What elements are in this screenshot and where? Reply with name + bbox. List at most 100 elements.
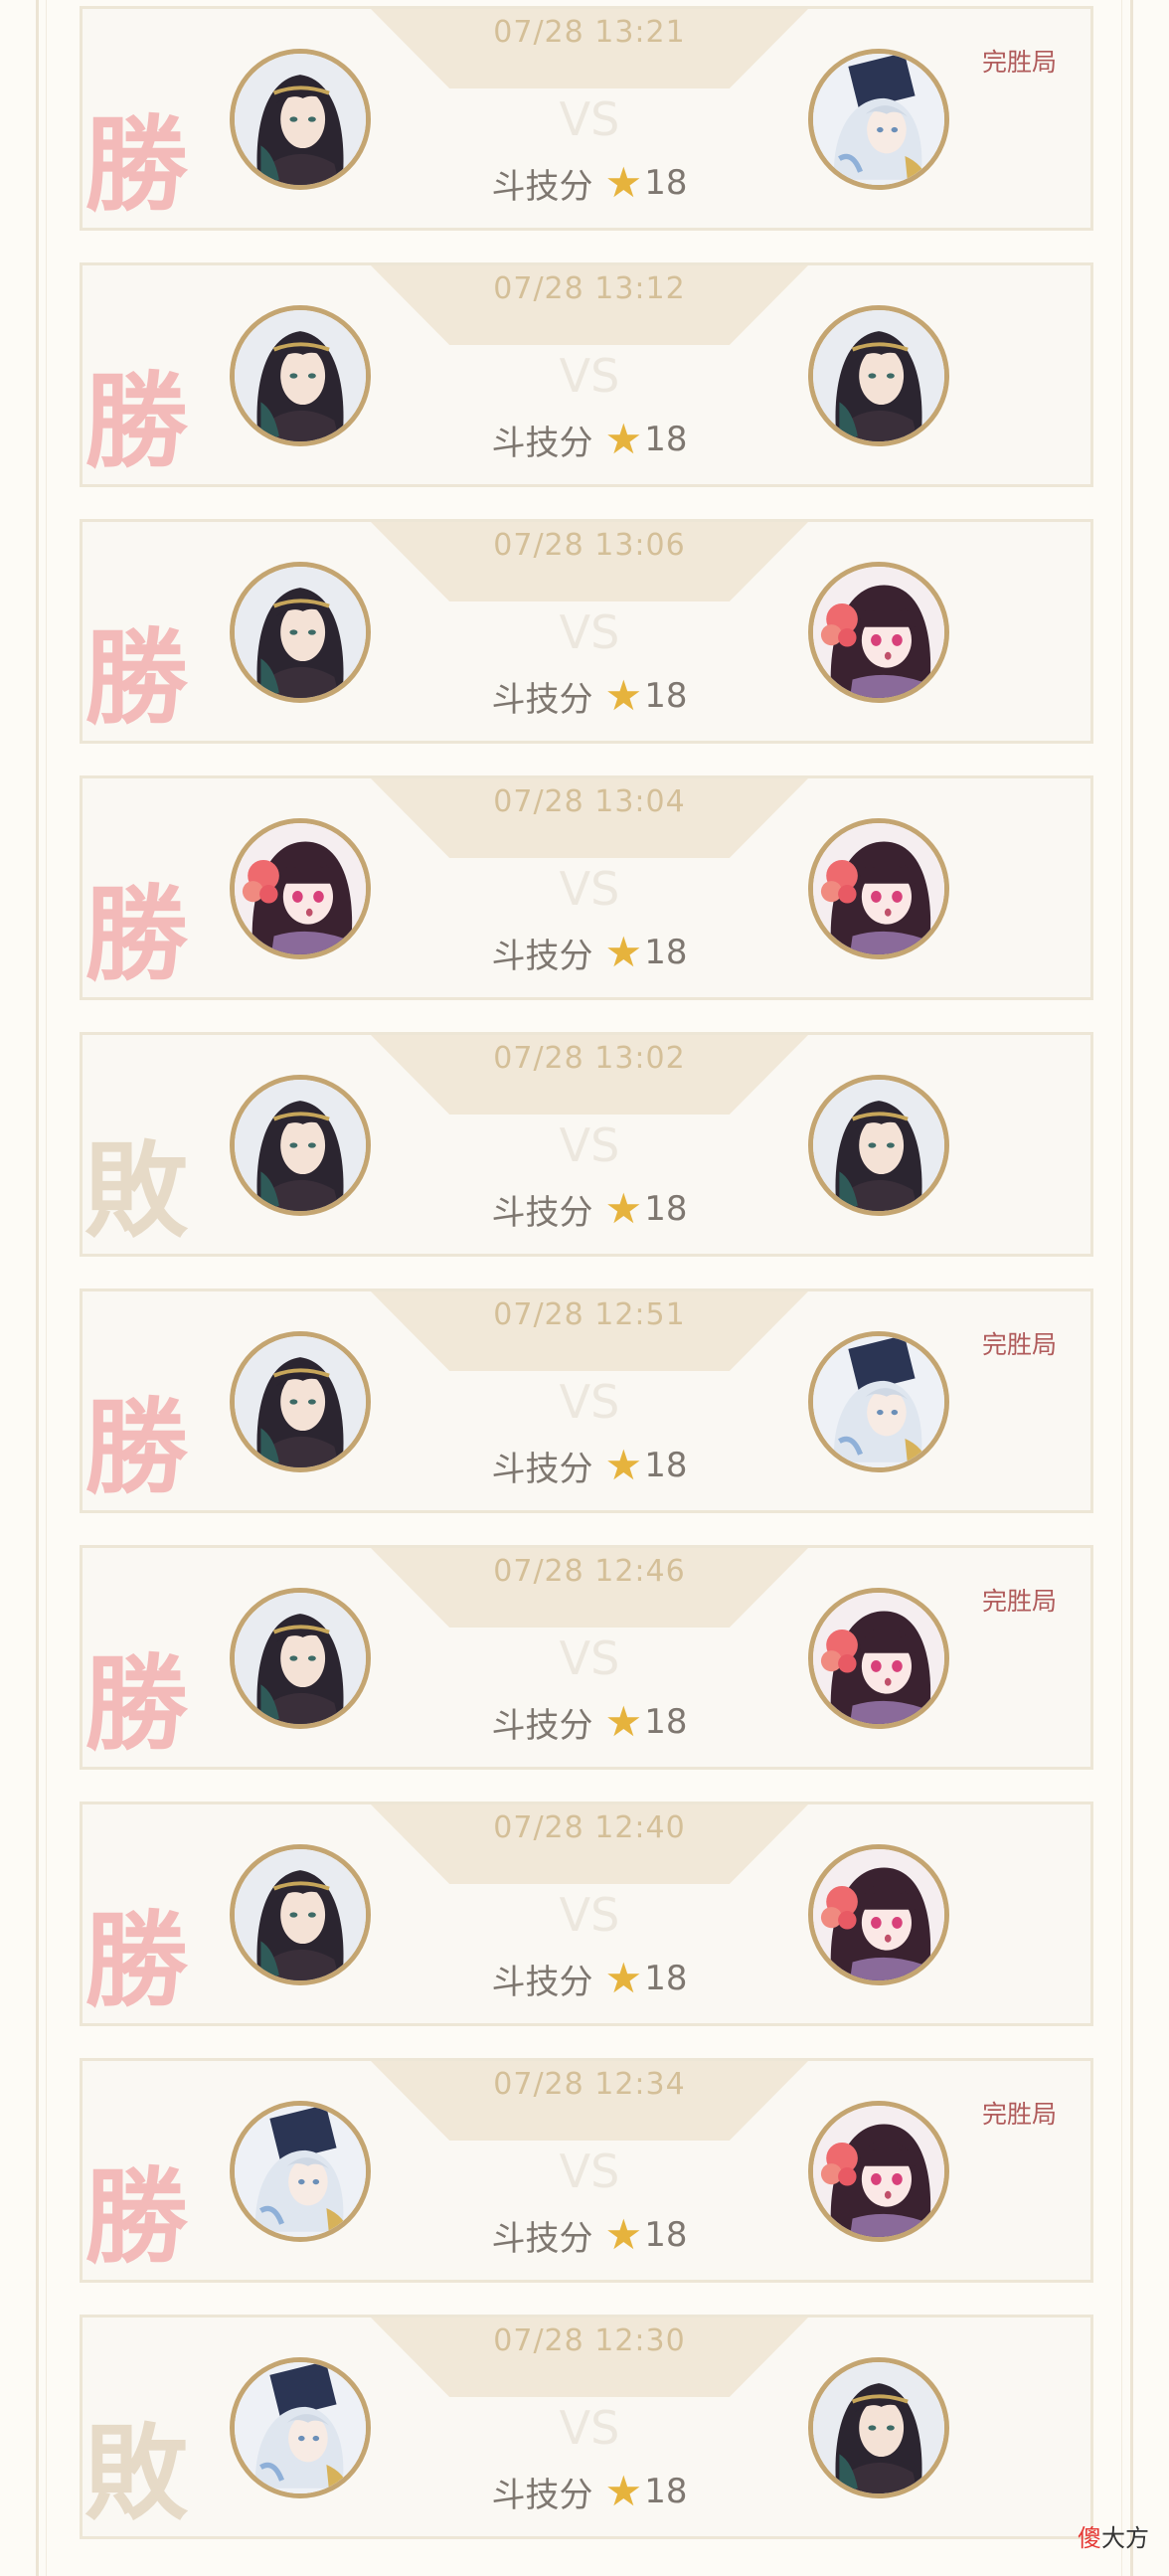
score-label: 斗技分 <box>491 1192 593 1233</box>
match-record-card[interactable]: 07/28 12:34 勝 VS 斗技分 ★ 18 完胜局 <box>80 2058 1093 2283</box>
match-record-card[interactable]: 07/28 13:06 勝 VS 斗技分 ★ 18 <box>80 519 1093 744</box>
score-label: 斗技分 <box>491 1705 593 1746</box>
perfect-win-badge: 完胜局 <box>982 2100 1058 2129</box>
score-label: 斗技分 <box>491 423 593 463</box>
score-label: 斗技分 <box>491 2218 593 2259</box>
match-record-card[interactable]: 07/28 12:51 勝 VS 斗技分 ★ 18 完胜局 <box>80 1288 1093 1513</box>
score-label: 斗技分 <box>491 166 593 207</box>
flower-girl-avatar-icon <box>808 1844 949 1985</box>
match-time: 07/28 13:06 <box>493 528 686 563</box>
perfect-win-badge: 完胜局 <box>982 1330 1058 1359</box>
score-row: 斗技分 ★ 18 <box>381 928 798 977</box>
score-value: 18 <box>644 1189 688 1229</box>
vs-label: VS <box>559 1118 620 1172</box>
vs-label: VS <box>559 862 620 916</box>
score-value: 18 <box>644 2215 688 2255</box>
star-icon: ★ <box>604 928 643 976</box>
match-record-card[interactable]: 07/28 12:40 勝 VS 斗技分 ★ 18 <box>80 1802 1093 2026</box>
score-row: 斗技分 ★ 18 <box>381 2210 798 2260</box>
match-time: 07/28 13:12 <box>493 271 686 306</box>
result-stamp: 敗 <box>84 1129 189 1252</box>
result-stamp: 勝 <box>84 616 189 739</box>
score-value: 18 <box>644 420 688 459</box>
score-row: 斗技分 ★ 18 <box>381 1954 798 2003</box>
right-frame-line <box>1130 0 1133 2576</box>
white-hair-avatar-icon <box>230 2101 371 2242</box>
result-stamp: 勝 <box>84 360 189 482</box>
match-time: 07/28 13:04 <box>493 784 686 819</box>
watermark: 傻大方 <box>1078 2524 1149 2552</box>
left-frame-line <box>36 0 39 2576</box>
white-hair-avatar-icon <box>808 49 949 190</box>
battle-record-page: 07/28 13:21 勝 VS 斗技分 ★ 18 完胜局 07/28 13:12 勝 VS 斗技分… <box>0 0 1169 2576</box>
score-label: 斗技分 <box>491 936 593 976</box>
score-row: 斗技分 ★ 18 <box>381 1184 798 1234</box>
match-record-card[interactable]: 07/28 12:30 敗 VS 斗技分 ★ 18 <box>80 2315 1093 2539</box>
score-value: 18 <box>644 1702 688 1742</box>
match-record-card[interactable]: 07/28 13:21 勝 VS 斗技分 ★ 18 完胜局 <box>80 6 1093 231</box>
star-icon: ★ <box>604 1184 643 1233</box>
star-icon: ★ <box>604 2210 643 2259</box>
vs-label: VS <box>559 605 620 659</box>
score-label: 斗技分 <box>491 679 593 720</box>
result-stamp: 勝 <box>84 103 189 226</box>
black-hair-avatar-icon <box>808 1075 949 1216</box>
match-record-card[interactable]: 07/28 13:02 敗 VS 斗技分 ★ 18 <box>80 1032 1093 1257</box>
flower-girl-avatar-icon <box>808 818 949 959</box>
vs-label: VS <box>559 349 620 403</box>
vs-label: VS <box>559 2401 620 2455</box>
score-value: 18 <box>644 933 688 972</box>
star-icon: ★ <box>604 1954 643 2002</box>
vs-label: VS <box>559 2145 620 2198</box>
result-stamp: 勝 <box>84 873 189 995</box>
score-label: 斗技分 <box>491 1962 593 2002</box>
score-value: 18 <box>644 163 688 203</box>
perfect-win-badge: 完胜局 <box>982 1587 1058 1616</box>
vs-label: VS <box>559 92 620 146</box>
black-hair-avatar-icon <box>230 1588 371 1729</box>
match-time: 07/28 12:46 <box>493 1554 686 1589</box>
match-time: 07/28 12:51 <box>493 1297 686 1332</box>
result-stamp: 勝 <box>84 1386 189 1508</box>
star-icon: ★ <box>604 671 643 720</box>
score-label: 斗技分 <box>491 1449 593 1489</box>
score-row: 斗技分 ★ 18 <box>381 2467 798 2516</box>
star-icon: ★ <box>604 1441 643 1489</box>
score-row: 斗技分 ★ 18 <box>381 1697 798 1747</box>
score-row: 斗技分 ★ 18 <box>381 671 798 721</box>
score-value: 18 <box>644 1959 688 1998</box>
black-hair-avatar-icon <box>808 2357 949 2498</box>
flower-girl-avatar-icon <box>808 2101 949 2242</box>
result-stamp: 勝 <box>84 1642 189 1765</box>
vs-label: VS <box>559 1888 620 1942</box>
match-time: 07/28 12:40 <box>493 1810 686 1845</box>
match-record-card[interactable]: 07/28 12:46 勝 VS 斗技分 ★ 18 完胜局 <box>80 1545 1093 1770</box>
black-hair-avatar-icon <box>230 1075 371 1216</box>
match-time: 07/28 12:30 <box>493 2323 686 2358</box>
score-row: 斗技分 ★ 18 <box>381 1441 798 1490</box>
result-stamp: 敗 <box>84 2412 189 2534</box>
black-hair-avatar-icon <box>230 49 371 190</box>
score-value: 18 <box>644 2472 688 2511</box>
score-label: 斗技分 <box>491 2475 593 2515</box>
star-icon: ★ <box>604 158 643 207</box>
result-stamp: 勝 <box>84 2155 189 2278</box>
match-time: 07/28 13:21 <box>493 15 686 50</box>
star-icon: ★ <box>604 1697 643 1746</box>
score-value: 18 <box>644 676 688 716</box>
white-hair-avatar-icon <box>808 1331 949 1472</box>
white-hair-avatar-icon <box>230 2357 371 2498</box>
match-record-card[interactable]: 07/28 13:12 勝 VS 斗技分 ★ 18 <box>80 262 1093 487</box>
result-stamp: 勝 <box>84 1899 189 2021</box>
match-record-card[interactable]: 07/28 13:04 勝 VS 斗技分 ★ 18 <box>80 775 1093 1000</box>
perfect-win-badge: 完胜局 <box>982 48 1058 77</box>
match-time: 07/28 12:34 <box>493 2067 686 2102</box>
flower-girl-avatar-icon <box>230 818 371 959</box>
vs-label: VS <box>559 1375 620 1429</box>
match-time: 07/28 13:02 <box>493 1041 686 1076</box>
left-frame-inner-line <box>46 0 47 2576</box>
black-hair-avatar-icon <box>230 562 371 703</box>
black-hair-avatar-icon <box>230 305 371 446</box>
right-frame-inner-line <box>1121 0 1122 2576</box>
flower-girl-avatar-icon <box>808 562 949 703</box>
